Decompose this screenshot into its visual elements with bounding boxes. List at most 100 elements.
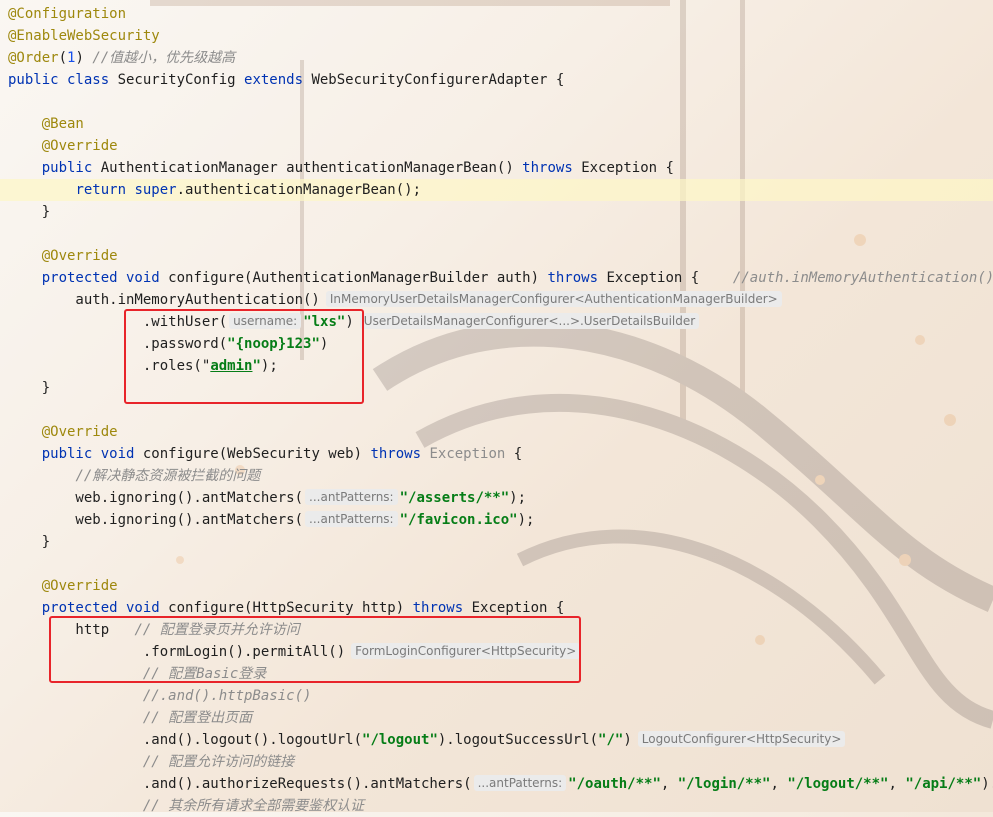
code-token: // 配置允许访问的链接 — [142, 754, 295, 770]
code-token: @Override — [41, 138, 118, 154]
code-line[interactable]: @Configuration — [0, 3, 993, 25]
code-line[interactable]: } — [0, 531, 993, 553]
code-line-content: @Override — [0, 578, 118, 594]
code-token: return super — [75, 182, 177, 198]
code-line[interactable]: @Override — [0, 575, 993, 597]
code-line-content: } — [0, 534, 50, 550]
code-token: //解决静态资源被拦截的问题 — [75, 468, 261, 484]
parameter-hint: ...antPatterns: — [473, 775, 567, 791]
code-line-content: } — [0, 204, 50, 220]
code-line-content: // 配置允许访问的链接 — [0, 754, 294, 770]
code-line-content: public void configure(WebSecurity web) t… — [0, 446, 522, 462]
code-token: web.ignoring().antMatchers( — [8, 512, 304, 528]
code-token: auth.inMemoryAuthentication() — [8, 292, 320, 308]
code-line[interactable]: web.ignoring().antMatchers(...antPattern… — [0, 487, 993, 509]
code-line[interactable]: //.and().httpBasic() — [0, 685, 993, 707]
code-token: // 配置登出页面 — [142, 710, 253, 726]
code-line[interactable] — [0, 91, 993, 113]
code-line[interactable]: return super.authenticationManagerBean()… — [0, 179, 993, 201]
code-line[interactable]: protected void configure(AuthenticationM… — [0, 267, 993, 289]
code-line-content: @Override — [0, 138, 118, 154]
code-token: "/favicon.ico" — [399, 512, 518, 528]
code-line[interactable]: @Override — [0, 135, 993, 157]
code-token: web.ignoring().antMatchers( — [8, 490, 304, 506]
code-token: Exception { — [581, 160, 674, 176]
code-line[interactable]: @Bean — [0, 113, 993, 135]
code-line[interactable]: // 其余所有请求全部需要鉴权认证 — [0, 795, 993, 817]
code-token: ) — [75, 50, 93, 66]
code-token: //auth.inMemoryAuthentication() — [732, 270, 993, 286]
code-line[interactable]: @Override — [0, 421, 993, 443]
code-token: { — [505, 446, 523, 462]
code-line[interactable]: } — [0, 201, 993, 223]
code-line[interactable]: // 配置登出页面 — [0, 707, 993, 729]
code-token: protected void — [41, 600, 169, 616]
code-line[interactable]: public void configure(WebSecurity web) t… — [0, 443, 993, 465]
parameter-hint: ...antPatterns: — [305, 511, 398, 527]
code-line-content: protected void configure(AuthenticationM… — [0, 270, 993, 286]
code-line-content: //.and().httpBasic() — [0, 688, 312, 704]
code-line[interactable] — [0, 553, 993, 575]
code-line[interactable]: //解决静态资源被拦截的问题 — [0, 465, 993, 487]
code-token: , — [888, 776, 906, 792]
code-token: } — [8, 204, 51, 220]
code-token: ); — [517, 512, 535, 528]
code-line[interactable]: @EnableWebSecurity — [0, 25, 993, 47]
code-token: WebSecurityConfigurerAdapter { — [311, 72, 565, 88]
code-line[interactable]: @Override — [0, 245, 993, 267]
code-token: ).permit — [981, 776, 993, 792]
code-token: ( — [58, 50, 68, 66]
code-token: extends — [244, 72, 312, 88]
code-token: @Override — [41, 248, 118, 264]
code-line-content — [0, 556, 8, 572]
code-line[interactable]: .and().logout().logoutUrl("/logout").log… — [0, 729, 993, 751]
code-token: public class — [8, 72, 118, 88]
code-line-content: public class SecurityConfig extends WebS… — [0, 72, 564, 88]
code-token: protected void — [41, 270, 169, 286]
code-line[interactable]: // 配置允许访问的链接 — [0, 751, 993, 773]
code-line-content: public AuthenticationManager authenticat… — [0, 160, 674, 176]
code-line[interactable]: web.ignoring().antMatchers(...antPattern… — [0, 509, 993, 531]
highlight-box-user-config — [124, 309, 364, 404]
code-line[interactable]: public class SecurityConfig extends WebS… — [0, 69, 993, 91]
code-line-content: web.ignoring().antMatchers(...antPattern… — [0, 511, 535, 528]
code-token: ) — [623, 732, 632, 748]
code-line[interactable]: auth.inMemoryAuthentication() InMemoryUse… — [0, 289, 993, 311]
code-line-content: .and().authorizeRequests().antMatchers(.… — [0, 775, 993, 792]
code-line-content: protected void configure(HttpSecurity ht… — [0, 600, 565, 616]
code-token: @Order — [8, 50, 59, 66]
code-line[interactable]: .and().authorizeRequests().antMatchers(.… — [0, 773, 993, 795]
code-line[interactable]: public AuthenticationManager authenticat… — [0, 157, 993, 179]
code-line-content: @Override — [0, 424, 118, 440]
code-token: .authenticationManagerBean(); — [176, 182, 422, 198]
code-line-content: .and().logout().logoutUrl("/logout").log… — [0, 731, 847, 748]
code-line-content — [0, 94, 8, 110]
code-token: @Bean — [41, 116, 84, 132]
code-token: , — [770, 776, 788, 792]
code-line[interactable]: @Order(1) //值越小，优先级越高 — [0, 47, 993, 69]
highlight-box-form-login — [49, 616, 581, 683]
code-token: throws — [412, 600, 472, 616]
code-token: "/api/**" — [905, 776, 982, 792]
code-token: "/logout/**" — [787, 776, 889, 792]
code-line-content: @Configuration — [0, 6, 126, 22]
code-token: "/logout" — [362, 732, 438, 748]
code-token: AuthenticationManager authenticationMana… — [100, 160, 523, 176]
code-token: , — [660, 776, 678, 792]
code-editor[interactable]: @Configuration @EnableWebSecurity @Order(1… — [0, 0, 993, 814]
code-line-content: // 配置登出页面 — [0, 710, 252, 726]
parameter-hint: LogoutConfigurer<HttpSecurity> — [637, 731, 846, 747]
code-token: throws — [547, 270, 607, 286]
code-line[interactable] — [0, 223, 993, 245]
code-token: } — [8, 534, 51, 550]
code-token: "/asserts/**" — [399, 490, 510, 506]
code-token: @Configuration — [8, 6, 127, 22]
